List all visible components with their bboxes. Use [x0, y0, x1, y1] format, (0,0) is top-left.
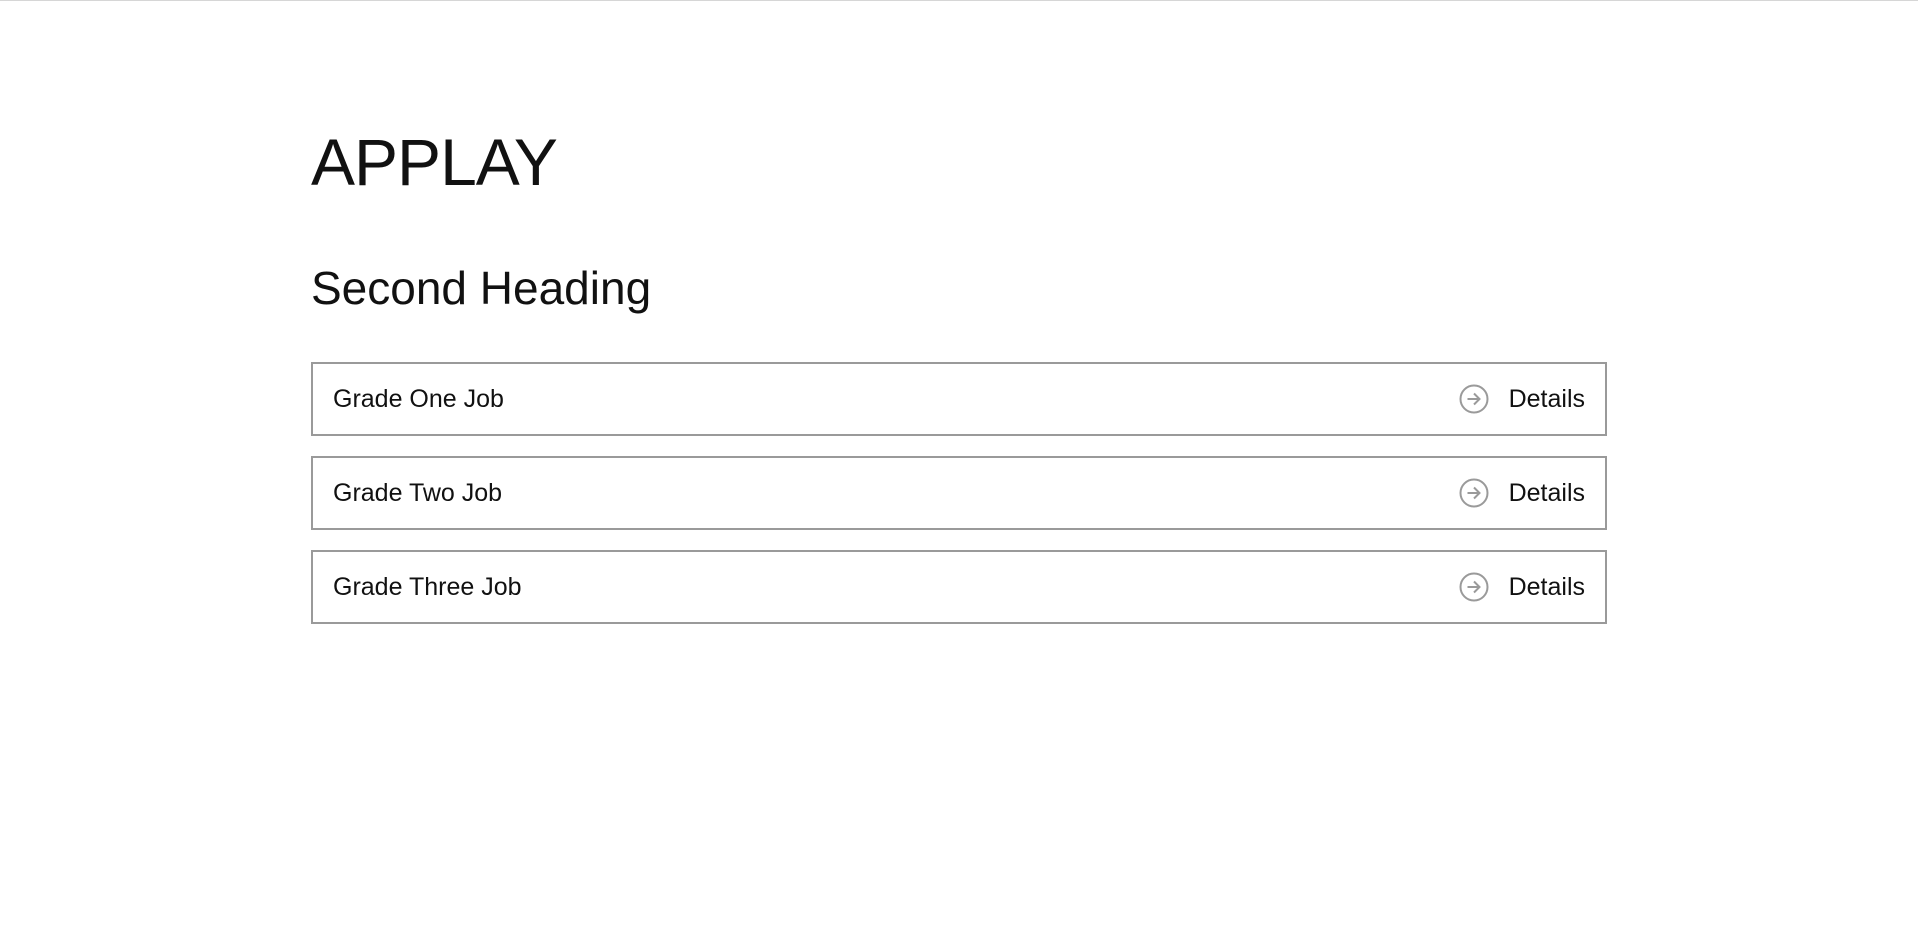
job-title: Grade Three Job	[333, 572, 522, 601]
details-label: Details	[1508, 572, 1585, 601]
section-heading: Second Heading	[311, 262, 652, 314]
arrow-right-circle-icon	[1459, 572, 1489, 602]
details-label: Details	[1508, 478, 1585, 507]
details-link[interactable]: Details	[1459, 384, 1585, 414]
job-list-item[interactable]: Grade Three Job Details	[311, 550, 1607, 624]
job-list: Grade One Job Details Grade Two Job Deta…	[311, 362, 1607, 644]
top-divider	[0, 0, 1918, 1]
job-title: Grade One Job	[333, 384, 504, 413]
job-title: Grade Two Job	[333, 478, 503, 507]
details-link[interactable]: Details	[1459, 478, 1585, 508]
job-list-item[interactable]: Grade One Job Details	[311, 362, 1607, 436]
app-title: APPLAY	[311, 125, 558, 199]
arrow-right-circle-icon	[1459, 384, 1489, 414]
job-list-item[interactable]: Grade Two Job Details	[311, 456, 1607, 530]
arrow-right-circle-icon	[1459, 478, 1489, 508]
details-label: Details	[1508, 384, 1585, 413]
details-link[interactable]: Details	[1459, 572, 1585, 602]
